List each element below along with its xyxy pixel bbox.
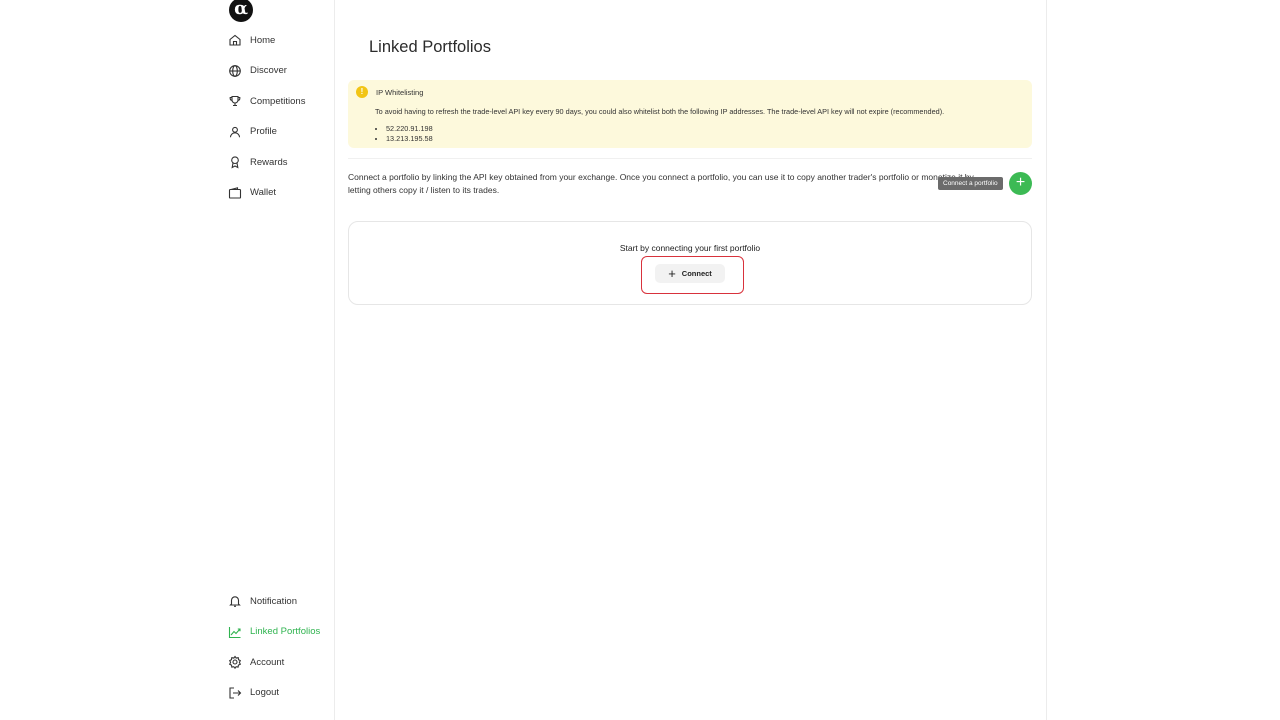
sidebar-item-label: Linked Portfolios: [250, 626, 321, 637]
sidebar-item-label: Profile: [250, 126, 277, 137]
empty-state-card: Start by connecting your first portfolio…: [348, 221, 1032, 305]
sidebar-item-wallet[interactable]: Wallet: [228, 183, 305, 203]
logo-glyph: α: [234, 0, 248, 19]
divider: [348, 158, 1032, 159]
sidebar-item-home[interactable]: Home: [228, 30, 305, 50]
alert-title: IP Whitelisting: [376, 88, 424, 97]
warning-icon: !: [356, 86, 368, 98]
logo[interactable]: α: [229, 0, 253, 22]
connect-portfolio-tooltip: Connect a portfolio: [938, 177, 1003, 190]
sidebar-item-label: Logout: [250, 687, 280, 698]
bell-icon: [229, 596, 241, 607]
sidebar-item-discover[interactable]: Discover: [228, 61, 305, 81]
plus-icon: +: [668, 266, 676, 281]
sidebar-item-label: Home: [250, 34, 276, 46]
sidebar-item-label: Rewards: [250, 156, 288, 168]
sidebar-item-linked-portfolios[interactable]: Linked Portfolios: [228, 622, 320, 642]
sidebar-item-account[interactable]: Account: [228, 652, 320, 672]
sidebar-item-rewards[interactable]: Rewards: [228, 152, 305, 172]
user-icon: [229, 126, 241, 137]
connect-button[interactable]: + Connect: [655, 264, 725, 283]
sidebar-item-logout[interactable]: Logout: [228, 683, 320, 703]
home-icon: [229, 34, 241, 46]
gear-icon: [228, 655, 242, 669]
main-right-border: [1046, 0, 1047, 720]
sidebar-item-label: Wallet: [250, 187, 277, 198]
sidebar-item-profile[interactable]: Profile: [228, 122, 305, 142]
sidebar-item-label: Account: [250, 656, 285, 668]
alert-text: To avoid having to refresh the trade-lev…: [375, 107, 945, 116]
wallet-icon: [228, 186, 242, 199]
page-title: Linked Portfolios: [369, 38, 491, 56]
sidebar-item-label: Discover: [250, 65, 287, 76]
logout-icon: [229, 686, 242, 699]
empty-state-text: Start by connecting your first portfolio: [619, 243, 761, 253]
sidebar-nav-bottom: Notification Linked Portfolios Account L…: [228, 591, 320, 713]
connect-description: Connect a portfolio by linking the API k…: [348, 172, 974, 195]
sidebar: α Home Discover Competitions Profile Rew…: [214, 0, 335, 720]
award-icon: [231, 156, 239, 169]
sidebar-item-competitions[interactable]: Competitions: [228, 91, 305, 111]
sidebar-item-label: Competitions: [250, 95, 306, 107]
ip-list: 52.220.91.198 13.213.195.58: [386, 124, 433, 144]
sidebar-nav-top: Home Discover Competitions Profile Rewar…: [228, 30, 305, 213]
chart-line-icon: [228, 626, 241, 638]
ip-address: 52.220.91.198: [386, 124, 433, 134]
add-portfolio-button[interactable]: +: [1009, 172, 1032, 195]
warning-icon-glyph: !: [360, 87, 364, 96]
globe-icon: [229, 64, 241, 77]
trophy-icon: [229, 95, 241, 107]
connect-button-label: Connect: [681, 269, 712, 278]
sidebar-item-label: Notification: [250, 595, 297, 607]
plus-icon: +: [1015, 174, 1026, 191]
ip-whitelisting-alert: ! IP Whitelisting To avoid having to ref…: [348, 80, 1032, 148]
sidebar-item-notification[interactable]: Notification: [228, 591, 320, 611]
ip-address: 13.213.195.58: [386, 134, 433, 144]
